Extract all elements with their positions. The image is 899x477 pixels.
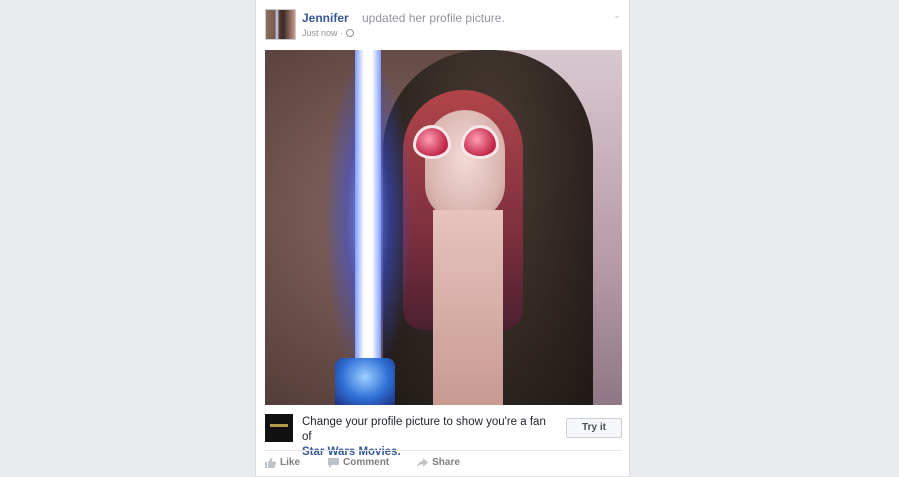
promo-description: Change your profile picture to show you'… bbox=[302, 416, 546, 443]
like-label: Like bbox=[280, 457, 301, 468]
promo-text: Change your profile picture to show you'… bbox=[302, 415, 552, 460]
profile-avatar[interactable] bbox=[265, 9, 296, 40]
globe-icon[interactable] bbox=[346, 29, 355, 37]
try-it-button[interactable]: Try it bbox=[566, 418, 622, 438]
chevron-down-icon[interactable]: ⌄ bbox=[613, 10, 621, 21]
author-name[interactable]: Jennifer bbox=[302, 11, 349, 25]
share-label: Share bbox=[432, 457, 460, 468]
post-action-text: updated her profile picture. bbox=[362, 11, 505, 25]
lightsaber-hilt bbox=[335, 358, 395, 405]
profile-picture-photo[interactable] bbox=[265, 50, 622, 405]
lightsaber-blade bbox=[355, 50, 381, 385]
thumbs-up-icon bbox=[265, 457, 276, 468]
share-button[interactable]: Share bbox=[417, 457, 460, 468]
heart-sunglasses-right bbox=[461, 125, 499, 159]
divider bbox=[265, 450, 622, 451]
comment-button[interactable]: Comment bbox=[328, 457, 389, 468]
photo-body bbox=[433, 210, 503, 405]
news-feed-post: Jennifer updated her profile picture. Ju… bbox=[255, 0, 630, 477]
like-button[interactable]: Like bbox=[265, 457, 300, 468]
timestamp[interactable]: Just now · bbox=[302, 28, 343, 38]
comment-label: Comment bbox=[343, 457, 390, 468]
post-actions: Like Comment Share bbox=[265, 457, 488, 468]
post-meta: Just now · bbox=[302, 28, 355, 38]
comment-icon bbox=[328, 457, 340, 468]
star-wars-logo[interactable] bbox=[265, 414, 293, 442]
heart-sunglasses-left bbox=[413, 125, 451, 159]
share-icon bbox=[417, 457, 429, 467]
